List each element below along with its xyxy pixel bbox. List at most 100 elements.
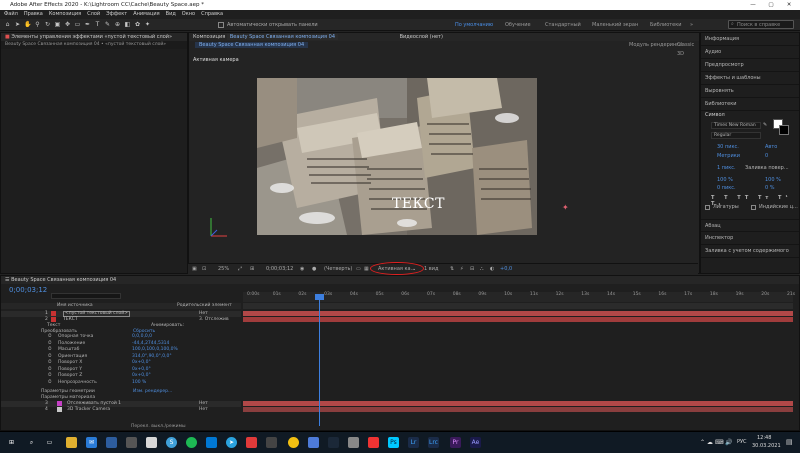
tsume-value[interactable]: 0 % <box>765 185 775 191</box>
timeline-icon[interactable]: ⊟ <box>470 264 474 275</box>
photoshop-icon[interactable]: Ps <box>388 437 399 448</box>
chrome-icon[interactable] <box>288 437 299 448</box>
comp-breadcrumb[interactable]: Beauty Space Связанная композиция 04 <box>195 42 309 48</box>
change-renderer-link[interactable]: Изм. рендерер... <box>133 389 172 395</box>
notifications-icon[interactable]: ▤ <box>786 438 793 446</box>
composition-tab[interactable]: Beauty Space Связанная композиция 04 <box>226 34 339 40</box>
premiere-icon[interactable]: Pr <box>450 437 461 448</box>
workspace-standard[interactable]: Стандартный <box>545 21 581 29</box>
audio-panel-tab[interactable]: Аудио <box>701 46 799 59</box>
timeline-search-input[interactable] <box>51 293 121 299</box>
search-icon[interactable]: ⌕ <box>26 437 37 448</box>
composition-viewer-image[interactable]: ТЕКСТ <box>257 78 537 235</box>
stopwatch-icon[interactable]: ⏱ <box>48 373 52 379</box>
pan-behind-tool-icon[interactable]: ✥ <box>64 21 71 28</box>
effects-presets-panel-tab[interactable]: Эффекты и шаблоны <box>701 72 799 85</box>
workspace-learn[interactable]: Обучение <box>505 21 531 29</box>
brush-tool-icon[interactable]: ✎ <box>104 21 111 28</box>
selection-tool-icon[interactable]: ➤ <box>14 21 21 28</box>
clock-time[interactable]: 12:48 <box>757 435 771 441</box>
property-value[interactable]: 0x+0,0° <box>132 367 151 373</box>
stopwatch-icon[interactable]: ⏱ <box>48 341 52 347</box>
tracking-value[interactable]: 0 <box>765 153 768 159</box>
work-area-bar[interactable] <box>243 303 793 309</box>
mail-icon[interactable]: ✉ <box>86 437 97 448</box>
footage-tab[interactable]: Видеослой (нет) <box>400 34 443 40</box>
clock-date[interactable]: 30.03.2021 <box>752 443 781 449</box>
views-layout-dropdown[interactable]: 1 вид <box>424 264 438 275</box>
menu-item[interactable]: Файл <box>4 10 18 19</box>
kerning-value[interactable]: Метрики <box>717 153 740 159</box>
app-icon[interactable] <box>348 437 359 448</box>
timeline-timecode[interactable]: 0;00;03;12 <box>9 286 47 294</box>
transparency-grid-icon[interactable]: ▦ <box>364 264 369 275</box>
home-icon[interactable]: ⌂ <box>4 21 11 28</box>
animate-menu[interactable]: Анимировать: <box>151 323 184 329</box>
info-panel-tab[interactable]: Информация <box>701 33 799 46</box>
comp-timecode[interactable]: 0;00;03;12 <box>266 264 293 275</box>
always-preview-icon[interactable]: ▣ <box>192 264 197 275</box>
layer-parent[interactable]: 3. Отслежив <box>199 317 229 323</box>
flowchart-icon[interactable]: ⛬ <box>480 264 484 275</box>
workspace-small-screen[interactable]: Маленький экран <box>592 21 638 29</box>
clone-stamp-tool-icon[interactable]: ⊕ <box>114 21 121 28</box>
preview-region-icon[interactable]: ⊡ <box>202 264 206 275</box>
effect-controls-tab[interactable]: ■ Элементы управления эффектами «пустой … <box>1 33 187 41</box>
layer-bar-4[interactable] <box>243 407 793 412</box>
workspace-default[interactable]: По умолчанию <box>455 21 493 29</box>
libraries-panel-tab[interactable]: Библиотеки <box>701 98 799 111</box>
after-effects-icon[interactable]: Ae <box>470 437 481 448</box>
property-value[interactable]: 0x+0,0° <box>132 360 151 366</box>
telegram-icon[interactable]: ➤ <box>226 437 237 448</box>
hindi-digits-checkbox[interactable] <box>751 205 756 210</box>
layer-bar-3[interactable] <box>243 401 793 406</box>
stopwatch-icon[interactable]: ⏱ <box>48 380 52 386</box>
fit-icon[interactable]: ⤢ <box>238 264 242 275</box>
menu-item[interactable]: Композиция <box>49 10 81 19</box>
camera-tool-icon[interactable]: ▣ <box>54 21 61 28</box>
app-icon[interactable] <box>146 437 157 448</box>
ligatures-checkbox[interactable] <box>705 205 710 210</box>
app-icon[interactable] <box>308 437 319 448</box>
font-family-dropdown[interactable]: Times New Roman <box>711 122 761 129</box>
stopwatch-icon[interactable]: ⏱ <box>48 347 52 353</box>
menu-item[interactable]: Вид <box>166 10 176 19</box>
resolution-dropdown[interactable]: (Четверть) <box>324 264 352 275</box>
pen-tool-icon[interactable]: ✒ <box>84 21 91 28</box>
layer-name[interactable]: 3D Tracker Camera <box>67 407 110 413</box>
property-value[interactable]: -44,4,2744,5314 <box>132 341 169 347</box>
align-panel-tab[interactable]: Выровнять <box>701 85 799 98</box>
layer-color-label[interactable] <box>57 401 62 406</box>
font-size-value[interactable]: 30 пикс. <box>717 144 739 150</box>
app-icon[interactable] <box>368 437 379 448</box>
eyedropper-icon[interactable]: ✎ <box>763 122 767 128</box>
steam-icon[interactable] <box>328 437 339 448</box>
skype-icon[interactable]: S <box>166 437 177 448</box>
menu-item[interactable]: Правка <box>24 10 43 19</box>
layer-parent[interactable]: Нет <box>199 407 208 413</box>
toggle-pixel-icon[interactable]: ⇅ <box>450 264 454 275</box>
layer-row-4[interactable]: 4 3D Tracker Camera Нет <box>1 407 241 413</box>
snapshot-icon[interactable]: ◉ <box>300 264 304 275</box>
menu-item[interactable]: Слой <box>87 10 100 19</box>
help-search-input[interactable]: Поиск в справке <box>728 20 794 29</box>
stroke-type-dropdown[interactable]: Заливка повер... <box>745 165 789 171</box>
language-indicator[interactable]: РУС <box>737 439 747 445</box>
property-value[interactable]: 100,0,100,0,100,0% <box>132 347 178 353</box>
layer-bar-2[interactable] <box>243 317 793 322</box>
fast-preview-icon[interactable]: ⚡ <box>460 264 464 275</box>
current-time-indicator[interactable] <box>319 294 320 426</box>
auto-open-checkbox[interactable] <box>218 22 224 28</box>
app-icon[interactable] <box>266 437 277 448</box>
playhead-handle[interactable] <box>315 294 324 300</box>
app-icon[interactable] <box>126 437 137 448</box>
paragraph-panel-tab[interactable]: Абзац <box>701 219 799 232</box>
app-icon[interactable] <box>206 437 217 448</box>
layer-row-2[interactable]: 2 ТЕКСТ 3. Отслежив <box>1 317 241 323</box>
property-value[interactable]: 100 % <box>132 380 146 386</box>
menu-item[interactable]: Анимация <box>133 10 159 19</box>
stopwatch-icon[interactable]: ⏱ <box>48 367 52 373</box>
vertical-scale-value[interactable]: 100 % <box>717 177 733 183</box>
switches-modes-toggle[interactable]: Перекл. выкл./режимы <box>131 424 186 430</box>
time-ruler[interactable]: 0:00s 01s 02s 03s 04s 05s 06s 07s 08s 09s 10s 11s 12… <box>243 292 795 302</box>
